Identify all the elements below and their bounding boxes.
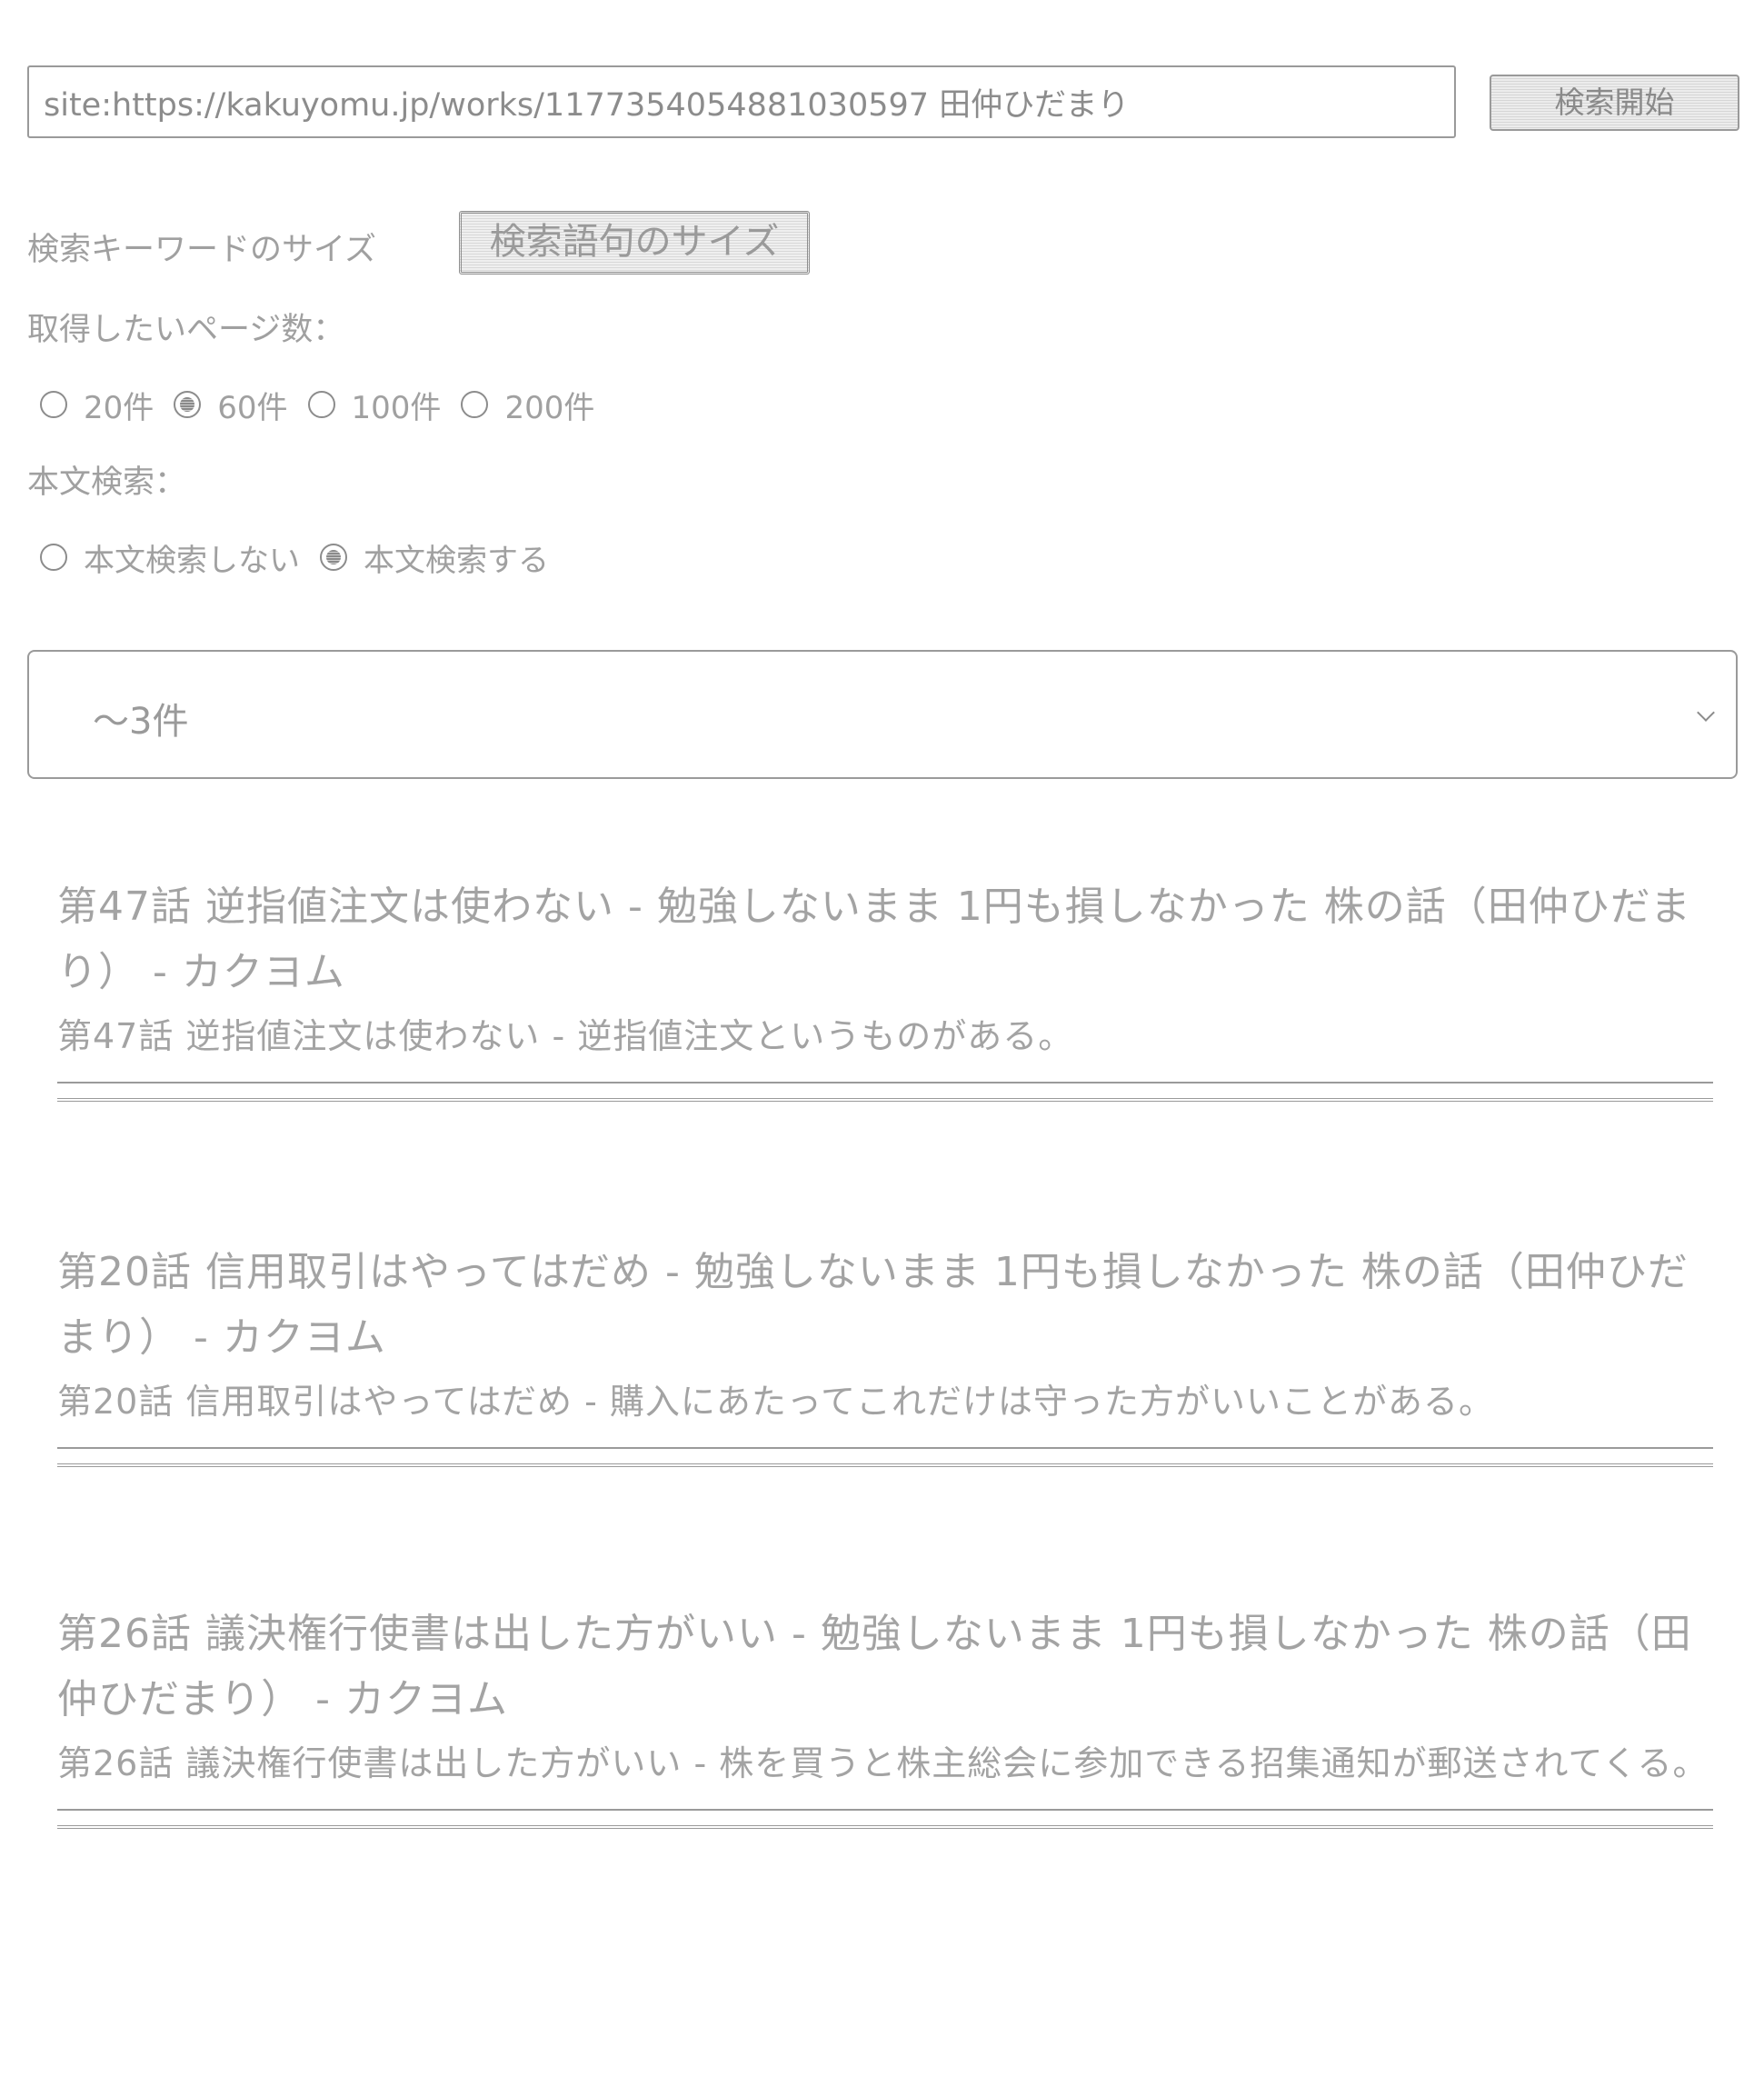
result-snippet: 第47話 逆指値注文は使わない - 逆指値注文というものがある。: [57, 1016, 1074, 1056]
divider: [57, 1447, 1713, 1467]
result-snippet: 第20話 信用取引はやってはだめ - 購入にあたってこれだけは守った方がいいこと…: [57, 1382, 1494, 1422]
keyword-size-label: 検索キーワードのサイズ: [27, 232, 376, 268]
radio-option-fulltext[interactable]: 本文検索する: [320, 535, 549, 580]
radio-option-200[interactable]: 200件: [461, 383, 594, 427]
radio-option-no-fulltext[interactable]: 本文検索しない: [40, 535, 300, 580]
radio-option-100[interactable]: 100件: [307, 383, 442, 427]
fulltext-radio-group: 本文検索しない 本文検索する: [40, 534, 569, 580]
chevron-down-icon: [1697, 704, 1715, 722]
keyword-size-button[interactable]: 検索語句のサイズ: [459, 211, 810, 275]
search-input[interactable]: [27, 65, 1456, 138]
search-result: 第26話 議決権行使書は出した方がいい - 勉強しないまま 1円も損しなかった …: [57, 1602, 1713, 1829]
result-title-link[interactable]: 第20話 信用取引はやってはだめ - 勉強しないまま 1円も損しなかった 株の話…: [57, 1240, 1713, 1371]
search-bar: 検索開始: [27, 65, 1739, 145]
radio-label: 200件: [504, 389, 595, 426]
search-result: 第47話 逆指値注文は使わない - 勉強しないまま 1円も損しなかった 株の話（…: [57, 874, 1713, 1102]
radio-option-60[interactable]: 60件: [174, 383, 288, 427]
radio-label: 本文検索する: [364, 542, 549, 579]
radio-button[interactable]: [40, 544, 67, 571]
radio-label: 本文検索しない: [84, 542, 300, 579]
search-start-button[interactable]: 検索開始: [1490, 75, 1739, 131]
result-title-link[interactable]: 第47話 逆指値注文は使わない - 勉強しないまま 1円も損しなかった 株の話（…: [57, 874, 1713, 1005]
radio-button[interactable]: [307, 391, 335, 418]
radio-option-20[interactable]: 20件: [40, 383, 154, 427]
search-result: 第20話 信用取引はやってはだめ - 勉強しないまま 1円も損しなかった 株の話…: [57, 1240, 1713, 1467]
divider: [57, 1809, 1713, 1829]
radio-button-checked[interactable]: [174, 391, 202, 418]
result-count-select[interactable]: ～3件: [27, 650, 1738, 779]
select-value: ～3件: [93, 701, 189, 743]
divider: [57, 1082, 1713, 1102]
radio-label: 100件: [351, 389, 442, 426]
radio-label: 60件: [217, 389, 288, 426]
result-title-link[interactable]: 第26話 議決権行使書は出した方がいい - 勉強しないまま 1円も損しなかった …: [57, 1602, 1713, 1732]
radio-button[interactable]: [461, 391, 489, 418]
radio-label: 20件: [84, 389, 154, 426]
page-count-label: 取得したいページ数：: [27, 312, 345, 348]
result-snippet: 第26話 議決権行使書は出した方がいい - 株を買うと株主総会に参加できる招集通…: [57, 1743, 1709, 1783]
radio-button[interactable]: [40, 391, 67, 418]
page-count-radio-group: 20件 60件 100件 200件: [40, 382, 614, 427]
fulltext-search-label: 本文検索：: [27, 464, 187, 501]
radio-button-checked[interactable]: [320, 544, 347, 571]
